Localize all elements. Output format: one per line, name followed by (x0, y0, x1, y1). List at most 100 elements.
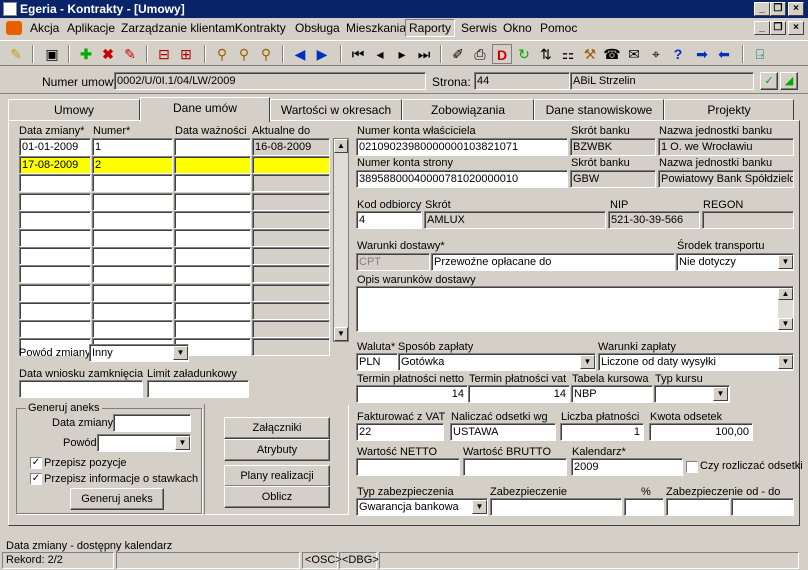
tabela-kursowa-field[interactable]: NBP (571, 385, 653, 403)
strona-kod-field[interactable]: 44 (474, 72, 570, 90)
aneks-data-zmiany-field[interactable] (113, 414, 191, 432)
maximize-button[interactable]: ❐ (770, 2, 786, 16)
grid-cell-aktualne-do[interactable] (252, 192, 330, 211)
grid-cell-data-waznosci[interactable] (174, 265, 251, 284)
grid-cell-data-waznosci[interactable] (174, 247, 251, 266)
grid-cell-numer[interactable] (92, 210, 173, 229)
kwota-odsetek-field[interactable]: 100,00 (649, 423, 753, 441)
fakturowac-field[interactable]: 22 (356, 423, 444, 441)
tools-icon[interactable]: ⚒ (580, 44, 600, 64)
grid-cell-data-waznosci[interactable] (174, 156, 251, 175)
confirm-check-icon[interactable]: ✓ (760, 72, 778, 90)
chevron-down-icon[interactable]: ▼ (472, 500, 487, 514)
grid-cell-data-waznosci[interactable] (174, 138, 251, 156)
save-icon[interactable]: ▣ (42, 44, 62, 64)
tab-wartosci[interactable]: Wartości w okresach (270, 99, 402, 121)
warunki-opis-field[interactable]: Przewoźne opłacane do (431, 253, 675, 271)
opis-warunkow-textarea[interactable] (356, 286, 794, 332)
grid-cell-aktualne-do[interactable] (252, 301, 330, 320)
generuj-aneks-button[interactable]: Generuj aneks (70, 488, 164, 510)
grid-cell-aktualne-do[interactable] (252, 283, 330, 302)
first-record-icon[interactable]: ⏮ (348, 44, 368, 64)
termin-vat-field[interactable]: 14 (468, 385, 570, 403)
wartosc-brutto-field[interactable] (463, 458, 567, 476)
grid-cell-data-zmiany[interactable] (19, 301, 91, 320)
grid-cell-data-waznosci[interactable] (174, 283, 251, 302)
sposob-zaplaty-select[interactable]: Gotówka (398, 353, 596, 371)
phone-icon[interactable]: ☎ (602, 44, 622, 64)
grid-cell-data-zmiany[interactable] (19, 265, 91, 284)
grid-cell-aktualne-do[interactable] (252, 265, 330, 284)
grid-cell-numer[interactable] (92, 283, 173, 302)
regon-field[interactable] (702, 211, 794, 229)
numer-konta-strony-field[interactable]: 38958800040000781020000010 (356, 170, 568, 188)
tag-icon[interactable]: ⌖ (646, 44, 666, 64)
data-wniosku-field[interactable] (19, 380, 143, 398)
grid-cell-data-waznosci[interactable] (174, 210, 251, 229)
print-icon[interactable]: ⎙ (470, 44, 490, 64)
menu-raporty[interactable]: Raporty (405, 19, 456, 37)
odsetki-field[interactable]: USTAWA (450, 423, 556, 441)
tree-icon[interactable]: ⚏ (558, 44, 578, 64)
grid-cell-numer[interactable] (92, 174, 173, 193)
nazwa-jednostki-field-2[interactable]: Powiatowy Bank Spółdzielc (658, 170, 794, 188)
menu-obsluga[interactable]: Obsługa (295, 21, 340, 35)
menu-zarzadzanie[interactable]: Zarządzanie klientami (121, 21, 238, 35)
grid-cell-aktualne-do[interactable] (252, 174, 330, 193)
zabezpieczenie-od-field[interactable] (666, 498, 730, 516)
skrot-field[interactable]: AMLUX (424, 211, 606, 229)
przepisz-pozycje-checkbox[interactable]: ✓ (30, 457, 42, 469)
warunki-zaplaty-select[interactable]: Liczone od daty wysyłki (598, 353, 794, 371)
grid-cell-aktualne-do[interactable] (252, 156, 330, 175)
grid-cell-data-zmiany[interactable] (19, 320, 91, 338)
czy-rozliczac-checkbox[interactable] (686, 461, 698, 473)
grid-cell-numer[interactable]: 1 (92, 138, 173, 156)
tab-dane-stanowiskowe[interactable]: Dane stanowiskowe (534, 99, 664, 121)
scroll-up-icon[interactable]: ▲ (778, 288, 793, 300)
nav-left-icon[interactable]: ⬅ (714, 44, 734, 64)
nazwa-jednostki-field-1[interactable]: 1 O. we Wrocławiu (658, 138, 794, 156)
warunki-kod-field[interactable]: CPT (356, 253, 430, 271)
forward-arrow-icon[interactable]: ▶ (312, 44, 332, 64)
menu-aplikacje[interactable]: Aplikacje (67, 21, 115, 35)
exit-door-icon[interactable]: ⍈ (750, 44, 770, 64)
chevron-down-icon[interactable]: ▼ (173, 346, 188, 360)
grid-cell-data-zmiany[interactable] (19, 210, 91, 229)
help-icon[interactable]: ? (668, 44, 688, 64)
grid-cell-numer[interactable] (92, 320, 173, 338)
sort-icon[interactable]: ⇅ (536, 44, 556, 64)
grid-cell-data-waznosci[interactable] (174, 301, 251, 320)
refresh-icon[interactable]: ↻ (514, 44, 534, 64)
mail-icon[interactable]: ✉ (624, 44, 644, 64)
waluta-field[interactable]: PLN (356, 353, 398, 371)
corner-resize-icon[interactable]: ◢ (780, 72, 798, 90)
przepisz-informacje-checkbox[interactable]: ✓ (30, 473, 42, 485)
grid-cell-data-zmiany[interactable] (19, 247, 91, 266)
grid-cell-data-waznosci[interactable] (174, 174, 251, 193)
query-clear-icon[interactable]: ⚲ (256, 44, 276, 64)
menu-okno[interactable]: Okno (503, 21, 532, 35)
oblicz-button[interactable]: Oblicz (224, 486, 330, 508)
grid-cell-numer[interactable] (92, 301, 173, 320)
nav-right-icon[interactable]: ➡ (692, 44, 712, 64)
kod-odbiorcy-field[interactable]: 4 (356, 211, 422, 229)
pin-icon[interactable]: ✎ (6, 44, 26, 64)
chevron-down-icon[interactable]: ▼ (778, 255, 793, 269)
query-run-icon[interactable]: ⚲ (234, 44, 254, 64)
close-button[interactable]: × (788, 2, 804, 16)
scroll-down-icon[interactable]: ▼ (334, 327, 348, 341)
numer-umowy-field[interactable]: 0002/U/0I.1/04/LW/2009 (114, 72, 426, 90)
opis-scrollbar[interactable]: ▲ ▼ (778, 288, 793, 330)
menu-akcja[interactable]: Akcja (30, 21, 59, 35)
grid-scrollbar[interactable]: ▲ ▼ (333, 138, 349, 342)
edit-doc-icon[interactable]: ✐ (448, 44, 468, 64)
next-record-icon[interactable]: ▸ (392, 44, 412, 64)
grid-cell-numer[interactable] (92, 247, 173, 266)
liczba-platnosci-field[interactable]: 1 (560, 423, 644, 441)
typ-zabezpieczenia-select[interactable]: Gwarancja bankowa (356, 498, 488, 516)
grid-cell-aktualne-do[interactable]: 16-08-2009 (252, 138, 330, 156)
chevron-down-icon[interactable]: ▼ (580, 355, 595, 369)
grid-cell-aktualne-do[interactable] (252, 320, 330, 338)
procent-field[interactable] (624, 498, 664, 516)
prev-record-icon[interactable]: ◂ (370, 44, 390, 64)
